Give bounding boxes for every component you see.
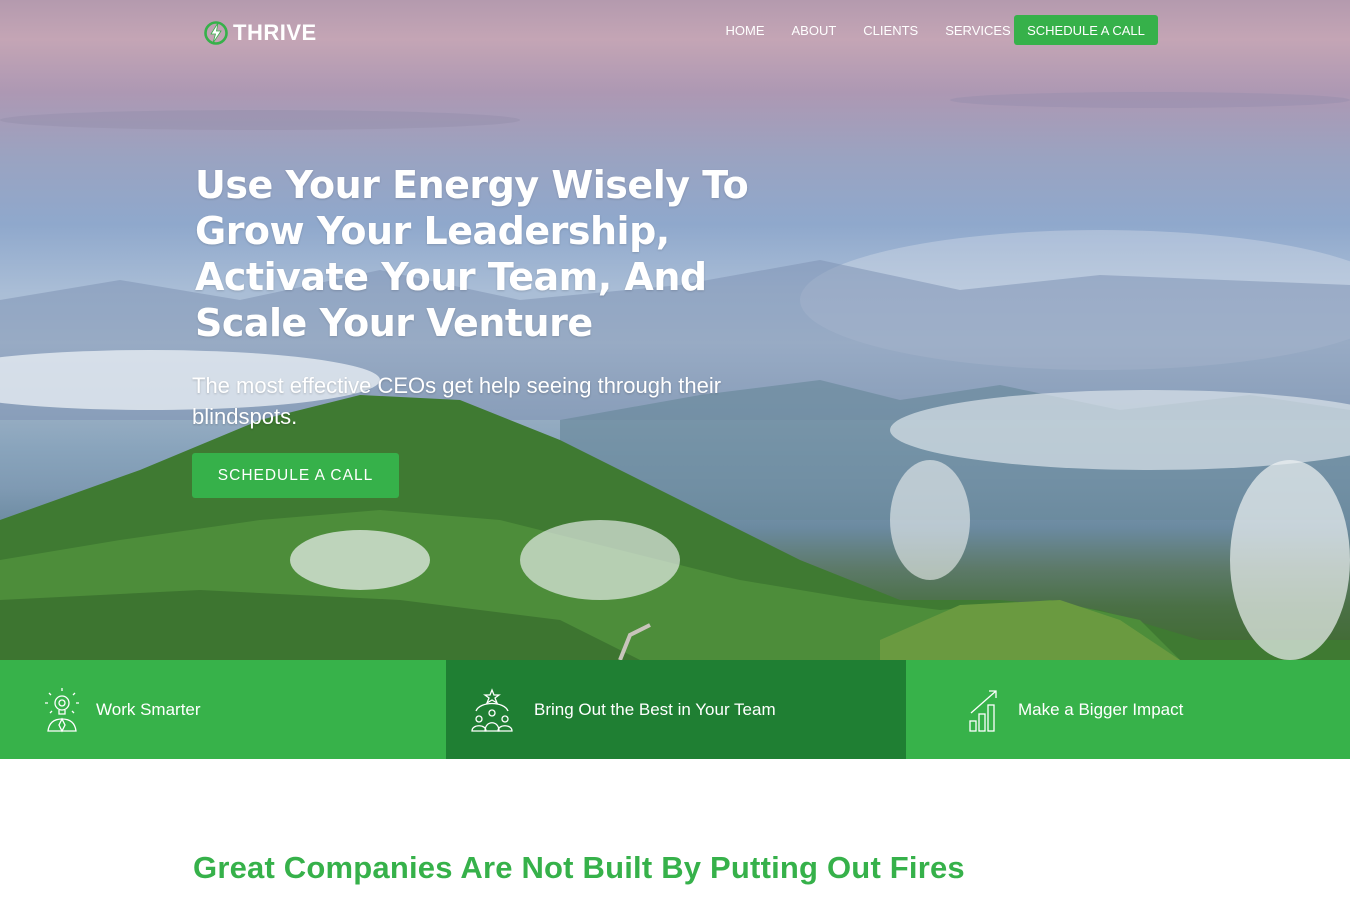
nav-services[interactable]: SERVICES bbox=[932, 22, 1025, 40]
brand-logo[interactable]: THRIVE bbox=[203, 20, 317, 46]
nav-schedule-call-button[interactable]: SCHEDULE A CALL bbox=[1014, 15, 1158, 45]
lightbulb-person-icon bbox=[45, 687, 79, 732]
bolt-circle-icon bbox=[204, 21, 228, 45]
hero-schedule-call-button[interactable]: SCHEDULE A CALL bbox=[192, 453, 399, 498]
feature-best-in-team[interactable]: Bring Out the Best in Your Team bbox=[446, 660, 906, 759]
feature-label: Work Smarter bbox=[96, 699, 201, 719]
feature-strip: Work Smarter Bring Out the Best in Your … bbox=[0, 660, 1350, 759]
nav-about[interactable]: ABOUT bbox=[778, 22, 850, 40]
feature-bigger-impact[interactable]: Make a Bigger Impact bbox=[906, 660, 1350, 759]
hero-headline: Use Your Energy Wisely To Grow Your Lead… bbox=[195, 163, 749, 345]
team-star-icon bbox=[471, 687, 513, 732]
feature-label: Make a Bigger Impact bbox=[1018, 699, 1184, 719]
nav-home[interactable]: HOME bbox=[712, 22, 778, 40]
growth-chart-icon bbox=[969, 689, 997, 732]
top-navigation: THRIVE HOME ABOUT CLIENTS SERVICES SCHED… bbox=[0, 0, 1350, 64]
feature-work-smarter[interactable]: Work Smarter bbox=[0, 660, 446, 759]
section-title: Great Companies Are Not Built By Putting… bbox=[193, 850, 965, 885]
nav-clients[interactable]: CLIENTS bbox=[850, 22, 932, 40]
main-menu: HOME ABOUT CLIENTS SERVICES bbox=[712, 22, 1024, 40]
hero-subtext: The most effective CEOs get help seeing … bbox=[192, 373, 722, 429]
feature-label: Bring Out the Best in Your Team bbox=[534, 699, 776, 719]
brand-name: THRIVE bbox=[233, 20, 317, 45]
hero-section: THRIVE HOME ABOUT CLIENTS SERVICES SCHED… bbox=[0, 0, 1350, 660]
